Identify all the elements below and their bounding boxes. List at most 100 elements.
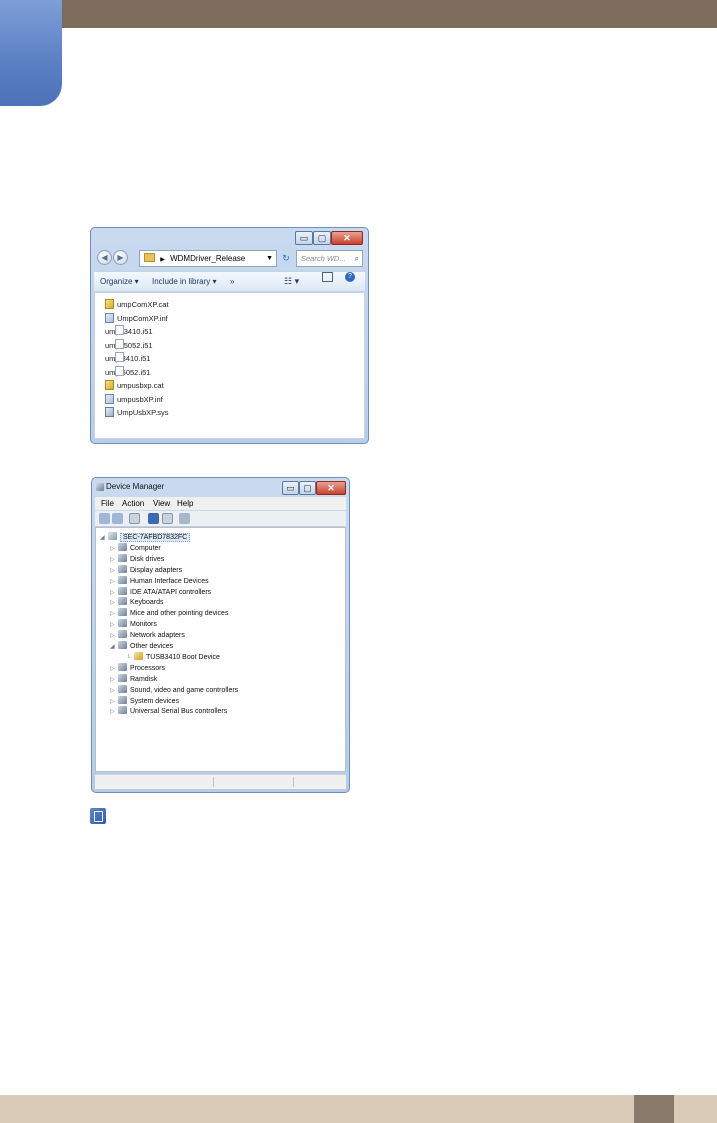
file-name: UmpUsbXP.sys: [117, 408, 169, 417]
tree-node[interactable]: └ TUSB3410 Boot Device: [126, 651, 220, 663]
tree-node[interactable]: ▷ Network adapters: [110, 630, 185, 641]
file-item[interactable]: UmpComXP.inf: [105, 312, 168, 325]
tree-node-label: Disk drives: [130, 555, 165, 563]
properties-icon[interactable]: [129, 513, 140, 524]
tree-node[interactable]: ▷ Mice and other pointing devices: [110, 608, 228, 619]
collapse-icon[interactable]: ◢: [100, 533, 108, 544]
include-in-library-menu[interactable]: Include in library ▾: [152, 272, 217, 291]
menu-action[interactable]: Action: [122, 497, 144, 510]
file-item[interactable]: umpusbXP.inf: [105, 393, 163, 406]
device-category-icon: [118, 662, 127, 671]
maximize-button[interactable]: ▢: [313, 231, 331, 245]
tree-node-label: Computer: [130, 544, 161, 552]
tree-node-label: TUSB3410 Boot Device: [146, 653, 220, 661]
file-icon: [115, 365, 124, 376]
tree-node-label: System devices: [130, 697, 180, 705]
tree-node[interactable]: ▷ Sound, video and game controllers: [110, 684, 239, 696]
file-item[interactable]: umpf5052.i51: [105, 365, 151, 379]
close-button[interactable]: ✕: [316, 481, 346, 495]
file-item[interactable]: umpe5052.i51: [105, 338, 153, 352]
device-category-icon: [118, 619, 127, 628]
view-options-icon[interactable]: ☷ ▾: [284, 272, 299, 291]
sys-file-icon: [105, 407, 114, 417]
file-item[interactable]: UmpUsbXP.sys: [105, 406, 169, 419]
tree-node[interactable]: ▷ Display adapters: [110, 564, 183, 576]
tree-node[interactable]: ▷ Ramdisk: [110, 673, 157, 685]
device-category-icon: [118, 575, 127, 584]
window-title: Device Manager: [106, 482, 165, 491]
refresh-button[interactable]: ↻: [278, 250, 294, 267]
command-toolbar: Organize ▾ Include in library ▾ » ☷ ▾ ?: [94, 271, 365, 292]
address-path: WDMDriver_Release: [170, 254, 246, 263]
file-item[interactable]: umpusbxp.cat: [105, 379, 164, 392]
back-button[interactable]: ◀: [97, 250, 112, 265]
close-button[interactable]: ✕: [331, 231, 363, 245]
address-bar[interactable]: ▶ WDMDriver_Release ▼: [139, 250, 277, 267]
device-manager-window: Device Manager ▭ ▢ ✕ File Action View He…: [91, 477, 350, 793]
more-commands-button[interactable]: »: [230, 272, 234, 291]
tree-node-label: Sound, video and game controllers: [130, 686, 239, 694]
file-item[interactable]: umpComXP.cat: [105, 298, 169, 311]
tree-node[interactable]: ▷ IDE ATA/ATAPI controllers: [110, 586, 212, 598]
tree-node-label: Human Interface Devices: [130, 577, 209, 585]
forward-arrow-icon[interactable]: [112, 513, 123, 524]
menu-help[interactable]: Help: [177, 497, 193, 510]
file-icon: [115, 338, 124, 349]
inf-file-icon: [105, 312, 114, 323]
tree-node-label: Monitors: [130, 621, 157, 629]
tree-node-label: IDE ATA/ATAPI controllers: [130, 588, 212, 596]
file-name: umpusbXP.inf: [117, 394, 163, 404]
file-name: umpf5052.i51: [105, 367, 151, 377]
address-dropdown-icon[interactable]: ▼: [266, 251, 273, 266]
back-arrow-icon[interactable]: [99, 513, 110, 524]
minimize-button[interactable]: ▭: [295, 231, 313, 245]
organize-menu[interactable]: Organize ▾: [100, 272, 139, 291]
view-icon[interactable]: [162, 513, 173, 524]
search-placeholder: Search WD...: [301, 254, 346, 263]
tree-node[interactable]: ▷ System devices: [110, 695, 180, 707]
device-category-icon: [118, 673, 127, 682]
tree-node-label: Other devices: [130, 643, 174, 650]
help-icon[interactable]: [148, 513, 159, 524]
minimize-button[interactable]: ▭: [282, 481, 299, 495]
scan-hardware-icon[interactable]: [179, 513, 190, 524]
tree-node[interactable]: ▷ Universal Serial Bus controllers: [110, 706, 227, 717]
file-name: umpe5052.i51: [105, 340, 153, 350]
file-item[interactable]: umpe3410.i51: [105, 325, 153, 338]
menu-bar: File Action View Help: [95, 497, 346, 510]
maximize-button[interactable]: ▢: [299, 481, 316, 495]
forward-button[interactable]: ▶: [113, 250, 128, 265]
collapse-icon[interactable]: ◢: [110, 642, 118, 653]
tree-node[interactable]: ▷ Human Interface Devices: [110, 575, 209, 587]
device-category-icon: [118, 553, 127, 562]
tree-node-label: Universal Serial Bus controllers: [130, 708, 228, 716]
menu-file[interactable]: File: [101, 497, 114, 510]
file-name: UmpComXP.inf: [117, 313, 168, 323]
file-item[interactable]: umpf3410.i51: [105, 352, 150, 365]
device-category-icon: [118, 684, 127, 693]
computer-icon: [108, 532, 117, 540]
tree-node[interactable]: ▷ Monitors: [110, 619, 157, 630]
device-category-icon: [118, 641, 127, 649]
tree-node-label: SEC-7AFBD7832FC: [120, 533, 191, 542]
file-name: umpe3410.i51: [105, 327, 153, 336]
search-input[interactable]: Search WD... ⌕: [296, 250, 363, 267]
tree-node-label: Display adapters: [130, 566, 183, 574]
tree-node[interactable]: ▷ Processors: [110, 662, 165, 674]
top-header-bar: [0, 0, 717, 28]
cat-file-icon: [105, 380, 114, 390]
search-icon: ⌕: [354, 254, 359, 263]
device-tree: ◢ SEC-7AFBD7832FC ▷ Computer ▷ Disk drives ▷ Di…: [95, 527, 346, 772]
device-category-icon: [118, 597, 127, 606]
inf-file-icon: [105, 393, 114, 404]
tree-node[interactable]: ▷ Computer: [110, 542, 161, 554]
tree-node[interactable]: ◢ Other devices: [110, 641, 173, 652]
tree-node[interactable]: ▷ Keyboards: [110, 597, 163, 608]
file-icon: [115, 325, 124, 335]
file-name: umpComXP.cat: [117, 300, 169, 309]
expand-icon[interactable]: ▷: [110, 707, 118, 718]
tree-root-computer[interactable]: ◢ SEC-7AFBD7832FC: [100, 532, 191, 544]
menu-view[interactable]: View: [153, 497, 170, 510]
tree-node[interactable]: ▷ Disk drives: [110, 553, 165, 565]
file-name: umpf3410.i51: [105, 354, 151, 363]
